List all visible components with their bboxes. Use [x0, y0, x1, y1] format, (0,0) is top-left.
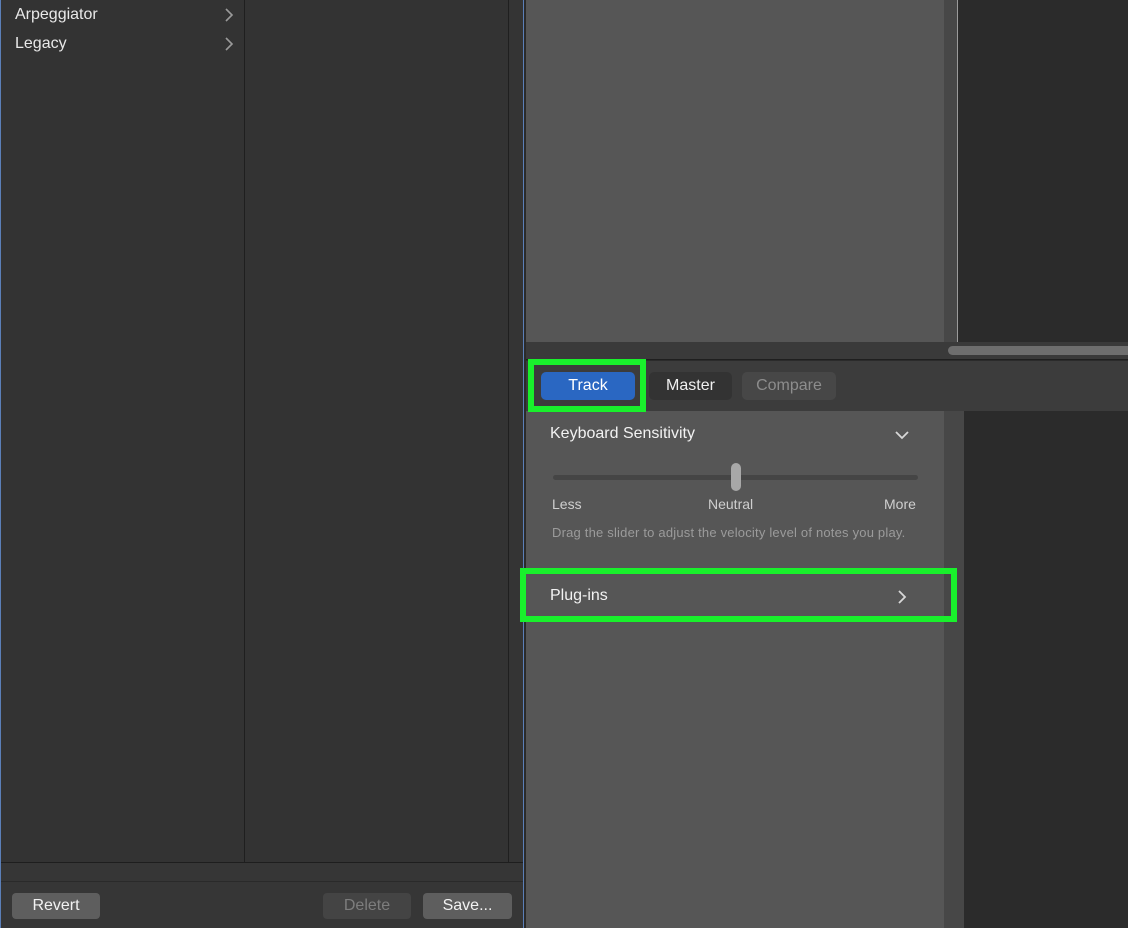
chevron-right-icon — [898, 590, 907, 604]
library-panel: Arpeggiator Legacy Revert Delete Save... — [0, 0, 524, 928]
plugins-label: Plug-ins — [550, 587, 608, 604]
scrollbar-thumb[interactable] — [948, 346, 1128, 355]
keyboard-sensitivity-title[interactable]: Keyboard Sensitivity — [550, 425, 695, 443]
track-inspector: Keyboard Sensitivity Less Neutral More D… — [526, 411, 944, 928]
library-item-arpeggiator[interactable]: Arpeggiator — [1, 1, 245, 29]
slider-mid-label: Neutral — [708, 496, 754, 512]
library-scroll-gutter[interactable] — [509, 0, 523, 862]
library-item-legacy[interactable]: Legacy — [1, 30, 245, 58]
tab-master[interactable]: Master — [649, 372, 732, 400]
save-button[interactable]: Save... — [423, 893, 512, 919]
upper-scroll-gutter[interactable] — [944, 0, 958, 342]
library-patch-column — [245, 0, 509, 862]
chevron-right-icon — [225, 8, 234, 22]
library-item-label: Legacy — [15, 35, 67, 52]
slider-max-label: More — [884, 496, 916, 512]
chevron-down-icon[interactable] — [892, 425, 912, 445]
inspector-tab-bar: Track Master Compare — [526, 361, 1128, 411]
revert-button[interactable]: Revert — [12, 893, 100, 919]
keyboard-sensitivity-description: Drag the slider to adjust the velocity l… — [552, 525, 906, 540]
upper-content-area — [526, 0, 944, 342]
inspector-scroll-gutter[interactable] — [944, 411, 964, 928]
library-footer: Revert Delete Save... — [1, 862, 523, 928]
tab-compare[interactable]: Compare — [742, 372, 836, 400]
tracks-area — [958, 0, 1128, 342]
tracks-area-lower — [964, 411, 1128, 928]
slider-min-label: Less — [552, 496, 582, 512]
plugins-row[interactable]: Plug-ins — [526, 577, 944, 617]
tab-track[interactable]: Track — [541, 372, 635, 400]
delete-button[interactable]: Delete — [323, 893, 411, 919]
chevron-right-icon — [225, 37, 234, 51]
slider-thumb[interactable] — [730, 463, 741, 491]
library-item-label: Arpeggiator — [15, 6, 98, 23]
horizontal-scrollbar[interactable] — [526, 342, 1128, 360]
footer-divider — [1, 881, 523, 882]
library-category-column: Arpeggiator Legacy — [1, 0, 245, 862]
